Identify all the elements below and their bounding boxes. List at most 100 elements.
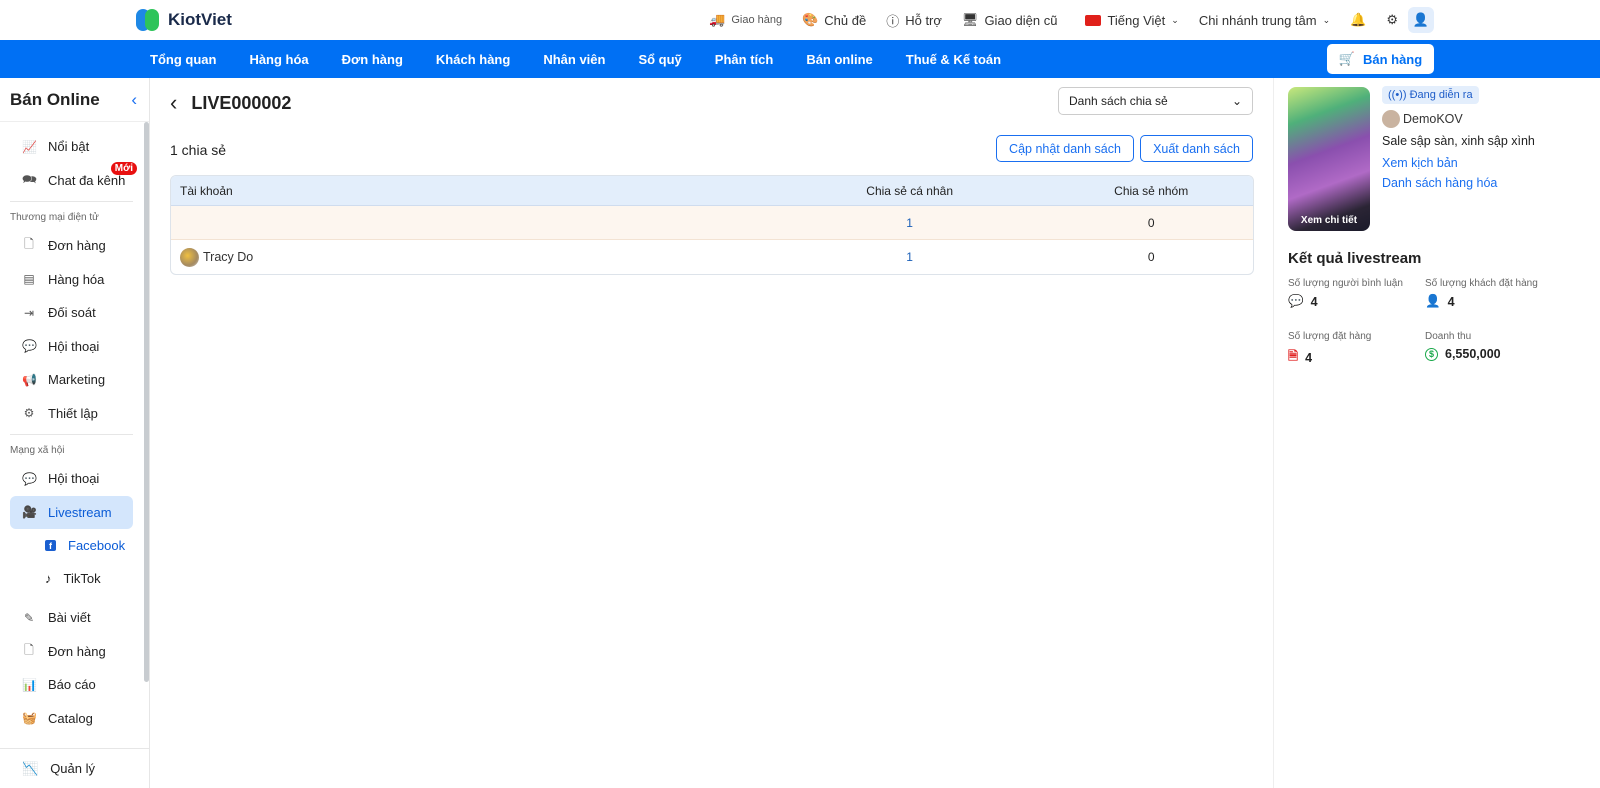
livestream-thumbnail[interactable]: Xem chi tiết — [1288, 87, 1370, 231]
nav-tax-accounting[interactable]: Thuế & Kế toán — [906, 52, 1001, 67]
nav-online-sales[interactable]: Bán online — [806, 52, 872, 67]
old-ui-label: Giao diện cũ — [984, 12, 1058, 28]
palette-icon: 🎨 — [802, 12, 819, 27]
gear-icon[interactable]: ⚙ — [1386, 12, 1398, 28]
sidebar-item-label: Marketing — [48, 372, 106, 388]
sidebar-item-settings[interactable]: ⚙ Thiết lập — [0, 397, 133, 431]
new-badge: Mới — [110, 161, 137, 175]
update-list-button[interactable]: Cập nhật danh sách — [996, 135, 1134, 162]
basket-icon: 🧺 — [22, 711, 37, 726]
user-avatar-button[interactable]: 👤 — [1408, 7, 1434, 33]
stat-label: Số lượng khách đặt hàng — [1425, 278, 1538, 289]
language-select[interactable]: Tiếng Việt ⌄ — [1085, 13, 1179, 28]
stat-label: Doanh thu — [1425, 331, 1472, 342]
export-list-button[interactable]: Xuất danh sách — [1140, 135, 1253, 162]
tiktok-icon: ♪ — [45, 571, 52, 586]
brand-logo[interactable]: KiotViet — [136, 8, 232, 32]
brand-name: KiotViet — [168, 10, 232, 29]
chevron-down-icon: ⌄ — [1322, 14, 1331, 25]
nav-overview[interactable]: Tổng quan — [150, 52, 216, 67]
stat-label: Số lượng đặt hàng — [1288, 331, 1372, 342]
sidebar-item-featured[interactable]: 📈 Nổi bật — [0, 130, 133, 164]
theme-link[interactable]: 🎨 Chủ đề — [802, 12, 866, 28]
sidebar-item-label: Đối soát — [48, 305, 96, 321]
table-header: Tài khoản Chia sẻ cá nhân Chia sẻ nhóm — [171, 176, 1253, 206]
sidebar-item-livestream[interactable]: 🎥 Livestream — [10, 495, 133, 529]
nav-cashbook[interactable]: Sổ quỹ — [638, 52, 681, 67]
sidebar-item-marketing[interactable]: 📢 Marketing — [0, 363, 133, 397]
edit-icon: ✎ — [23, 610, 35, 625]
stat-orders: Số lượng đặt hàng 🗎 4 — [1288, 331, 1428, 368]
view-script-link[interactable]: Xem kịch bản — [1382, 156, 1458, 170]
stat-ordering-customers: Số lượng khách đặt hàng 👤 4 — [1425, 278, 1565, 309]
sidebar-item-label: Catalog — [48, 710, 93, 726]
section-social: Mạng xã hội — [10, 445, 65, 456]
support-label: Hỗ trợ — [905, 12, 942, 28]
nav-staff[interactable]: Nhân viên — [543, 52, 605, 67]
table-row[interactable]: Tracy Do 1 0 — [171, 240, 1253, 274]
sidebar-item-manage[interactable]: 📉 Quản lý — [0, 748, 149, 788]
personal-share-cell[interactable]: 1 — [770, 216, 1049, 230]
sidebar-item-label: Nổi bật — [48, 139, 90, 155]
personal-share-cell[interactable]: 1 — [770, 250, 1049, 264]
sell-label: Bán hàng — [1362, 51, 1423, 67]
file-import-icon: ⇥ — [23, 305, 35, 320]
file-icon: 🗋 — [24, 642, 34, 657]
nav-orders[interactable]: Đơn hàng — [342, 52, 403, 67]
view-select[interactable]: Danh sách chia sẻ ⌄ — [1058, 87, 1253, 115]
sidebar-item-ecom-chat[interactable]: 💬 Hội thoại — [0, 330, 133, 364]
group-share-cell: 0 — [1147, 215, 1155, 230]
sidebar-item-catalog[interactable]: 🧺 Catalog — [0, 702, 133, 736]
back-arrow-icon[interactable]: ‹ — [170, 90, 177, 116]
sidebar-item-posts[interactable]: ✎ Bài viết — [0, 601, 133, 635]
file-icon: 🗋 — [24, 237, 34, 252]
avatar — [1382, 110, 1400, 128]
sidebar-scrollbar[interactable] — [144, 122, 149, 682]
nav-customers[interactable]: Khách hàng — [436, 52, 510, 67]
bell-icon[interactable]: 🔔 — [1350, 12, 1366, 28]
sidebar-item-ecom-products[interactable]: ▤ Hàng hóa — [0, 263, 133, 297]
sell-button[interactable]: 🛒 Bán hàng — [1327, 44, 1434, 74]
order-file-icon: 🗎 — [1288, 349, 1299, 363]
old-ui-link[interactable]: 🖥 Giao diện cũ — [962, 12, 1058, 28]
stat-commenters: Số lượng người bình luận 💬 4 — [1288, 278, 1428, 309]
sidebar-item-chat[interactable]: 🗪 Chat đa kênh Mới — [0, 161, 137, 198]
branch-label: Chi nhánh trung tâm — [1198, 12, 1317, 28]
sidebar-item-social-orders[interactable]: 🗋 Đơn hàng — [0, 635, 133, 669]
sidebar-item-reconcile[interactable]: ⇥ Đối soát — [0, 296, 133, 330]
chevron-down-icon: ⌄ — [1171, 14, 1179, 25]
table-row[interactable]: 1 0 — [171, 206, 1253, 240]
sidebar-item-label: Hội thoại — [48, 338, 100, 354]
sidebar-subitem-facebook[interactable]: f Facebook — [0, 529, 149, 562]
view-detail-label: Xem chi tiết — [1300, 215, 1358, 226]
nav-products[interactable]: Hàng hóa — [249, 52, 308, 67]
sidebar-item-reports[interactable]: 📊 Báo cáo — [0, 668, 133, 702]
help-icon: ⓘ — [886, 13, 900, 29]
sidebar-item-social-chat[interactable]: 💬 Hội thoại — [0, 462, 133, 496]
sidebar-item-label: Hội thoại — [48, 471, 100, 487]
results-title: Kết quả livestream — [1288, 250, 1422, 267]
chat-icon: 🗪 — [22, 171, 37, 186]
sidebar-subitem-tiktok[interactable]: ♪ TikTok — [0, 562, 149, 595]
top-bar: KiotViet 🚚 Giao hàng 🎨 Chủ đề ⓘ Hỗ trợ 🖥 Gia… — [0, 0, 1600, 40]
chart-box-icon: 📉 — [22, 760, 39, 776]
view-select-value: Danh sách chia sẻ — [1069, 94, 1168, 108]
status-label: Đang diễn ra — [1409, 89, 1473, 101]
comment-icon: 💬 — [1288, 294, 1304, 308]
sidebar-item-label: Báo cáo — [48, 677, 96, 693]
product-list-link[interactable]: Danh sách hàng hóa — [1382, 176, 1497, 190]
user-icon: 👤 — [1412, 12, 1430, 27]
sidebar-item-label: Chat đa kênh — [48, 172, 126, 188]
delivery-label: Giao hàng — [731, 14, 783, 26]
collapse-chevron-icon[interactable]: ‹ — [131, 90, 137, 110]
truck-icon: 🚚 — [709, 12, 726, 27]
livestream-description: Sale sập sàn, xinh sập xình — [1382, 134, 1535, 148]
sidebar-item-label: TikTok — [63, 571, 101, 586]
share-count: 1 chia sẻ — [170, 142, 227, 158]
delivery-link[interactable]: 🚚 Giao hàng — [709, 12, 782, 28]
nav-analytics[interactable]: Phân tích — [715, 52, 774, 67]
support-link[interactable]: ⓘ Hỗ trợ — [886, 11, 942, 30]
sidebar-item-ecom-orders[interactable]: 🗋 Đơn hàng — [0, 229, 133, 263]
branch-select[interactable]: Chi nhánh trung tâm ⌄ — [1199, 13, 1330, 28]
group-share-cell: 0 — [1147, 250, 1155, 264]
